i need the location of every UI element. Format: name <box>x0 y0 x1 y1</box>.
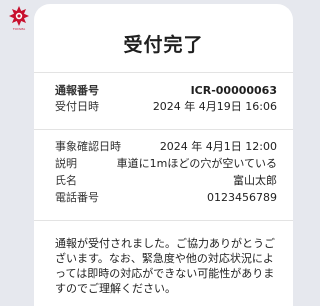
received-datetime-label: 受付日時 <box>55 100 99 113</box>
receipt-card: 受付完了 通報番号 ICR-00000063 受付日時 2024 年 4月19日… <box>34 4 293 306</box>
logo-caption: TOYAMA <box>12 27 26 31</box>
completion-message: 通報が受付されました。ご協力ありがとうございます。なお、緊急度や他の対応状況によ… <box>55 237 275 295</box>
divider <box>34 129 293 130</box>
detail-row-description: 説明 車道に1mほどの穴が空いている <box>55 157 277 171</box>
toyama-prefecture-emblem-icon <box>9 6 29 26</box>
detail-row-event-datetime: 事象確認日時 2024 年 4月1日 12:00 <box>55 140 277 154</box>
description-label: 説明 <box>55 157 77 170</box>
phone-value: 0123456789 <box>207 191 277 204</box>
logo: TOYAMA <box>5 5 33 33</box>
name-label: 氏名 <box>55 174 77 187</box>
divider <box>34 220 293 221</box>
received-datetime-row: 受付日時 2024 年 4月19日 16:06 <box>55 100 277 114</box>
description-value: 車道に1mほどの穴が空いている <box>116 157 277 170</box>
divider <box>34 72 293 73</box>
name-value: 富山太郎 <box>233 174 277 187</box>
event-datetime-value: 2024 年 4月1日 12:00 <box>159 140 277 153</box>
phone-label: 電話番号 <box>55 191 99 204</box>
report-number-value: ICR-00000063 <box>190 84 277 97</box>
detail-row-name: 氏名 富山太郎 <box>55 174 277 188</box>
event-datetime-label: 事象確認日時 <box>55 140 121 153</box>
detail-row-phone: 電話番号 0123456789 <box>55 191 277 205</box>
received-datetime-value: 2024 年 4月19日 16:06 <box>152 100 277 113</box>
report-number-label: 通報番号 <box>55 84 99 97</box>
page-title: 受付完了 <box>123 34 204 56</box>
report-number-row: 通報番号 ICR-00000063 <box>55 84 277 98</box>
